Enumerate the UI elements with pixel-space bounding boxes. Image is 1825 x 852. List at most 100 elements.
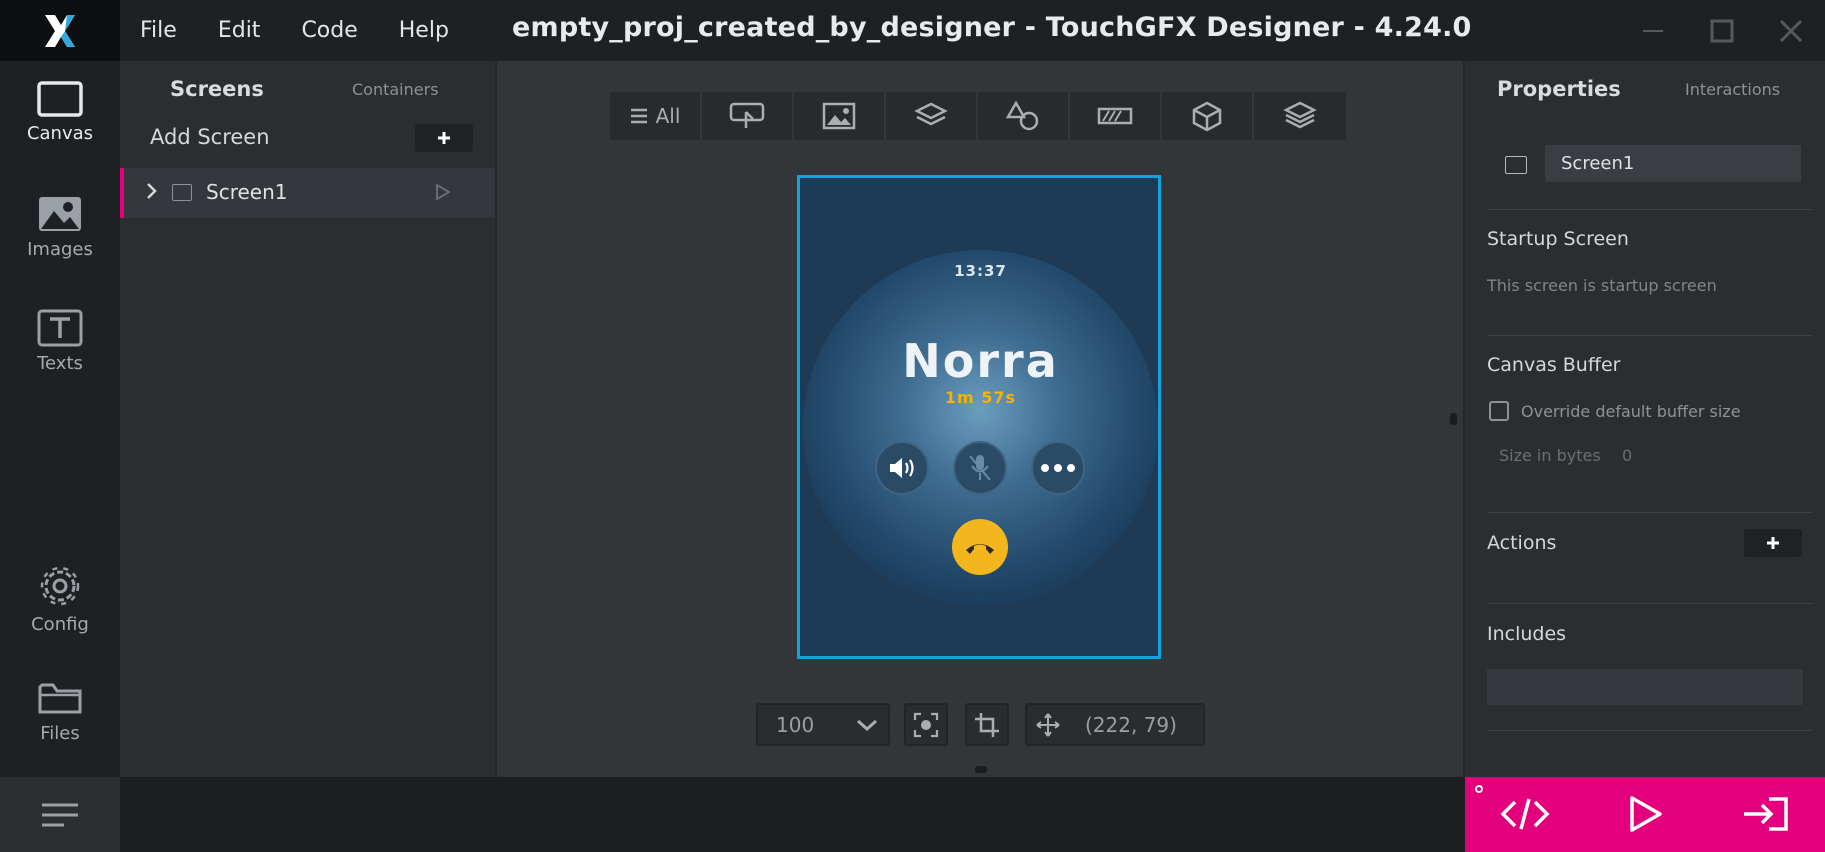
- nav-texts[interactable]: Texts: [0, 309, 120, 374]
- 3d-icon: [1192, 101, 1222, 132]
- divider: [1487, 730, 1812, 731]
- watch-caller-name: Norra: [902, 334, 1059, 388]
- startup-screen-text: This screen is startup screen: [1487, 276, 1717, 295]
- close-button[interactable]: [1756, 0, 1825, 61]
- move-icon: [1036, 712, 1060, 737]
- includes-title: Includes: [1487, 623, 1567, 645]
- phone-hangup-icon: [966, 544, 994, 554]
- code-icon: [1500, 798, 1550, 830]
- nav-canvas-label: Canvas: [26, 123, 94, 144]
- menu-bar: File Edit Code Help: [124, 0, 474, 61]
- filter-progress-button[interactable]: [1070, 92, 1162, 140]
- window-title: empty_proj_created_by_designer - TouchGF…: [512, 12, 1472, 43]
- nav-images-label: Images: [27, 239, 93, 260]
- maximize-button[interactable]: [1687, 0, 1756, 61]
- menu-lines-icon: [42, 803, 78, 826]
- more-icon: [1041, 464, 1075, 472]
- microphone-muted-icon: [969, 455, 991, 481]
- x-logo-icon: [45, 14, 75, 47]
- actions-title: Actions: [1487, 532, 1557, 554]
- filter-interaction-button[interactable]: [702, 92, 794, 140]
- end-call-button[interactable]: [952, 519, 1008, 575]
- override-buffer-checkbox[interactable]: [1489, 401, 1509, 421]
- plus-icon: [1767, 537, 1779, 549]
- divider: [1487, 209, 1812, 210]
- run-on-target-icon: [1744, 797, 1788, 831]
- coordinates-value: (222, 79): [1085, 712, 1177, 737]
- size-in-bytes-value: 0: [1622, 446, 1633, 465]
- speaker-button[interactable]: [875, 441, 929, 495]
- divider: [1487, 603, 1812, 604]
- includes-field[interactable]: [1487, 669, 1803, 705]
- screen-name-field[interactable]: [1545, 145, 1801, 182]
- filter-shapes-button[interactable]: [978, 92, 1070, 140]
- speaker-icon: [890, 458, 914, 478]
- nav-texts-label: Texts: [37, 353, 83, 374]
- divider: [1487, 335, 1812, 336]
- folder-icon: [38, 683, 82, 714]
- filter-3d-button[interactable]: [1162, 92, 1254, 140]
- add-action-button[interactable]: [1744, 529, 1802, 557]
- log-menu-button[interactable]: [0, 777, 120, 852]
- text-icon: [37, 309, 83, 347]
- menu-help[interactable]: Help: [383, 18, 465, 43]
- zoom-value: 100: [776, 712, 815, 737]
- coordinates-readout: (222, 79): [1025, 703, 1205, 746]
- bottom-bar: [0, 777, 1825, 852]
- run-target-button[interactable]: [1735, 789, 1795, 839]
- canvas-buffer-title: Canvas Buffer: [1487, 354, 1621, 376]
- filter-layers-button[interactable]: [1254, 92, 1346, 140]
- add-screen-label: Add Screen: [150, 125, 270, 149]
- watch-call-duration: 1m 57s: [944, 388, 1017, 407]
- horizontal-scroll-handle[interactable]: [975, 766, 987, 773]
- tab-containers[interactable]: Containers: [352, 80, 439, 99]
- run-simulator-button[interactable]: [1615, 789, 1675, 839]
- tab-screens[interactable]: Screens: [170, 77, 264, 101]
- chevron-right-icon[interactable]: [146, 182, 158, 200]
- window-controls: [1618, 0, 1825, 61]
- fit-to-screen-button[interactable]: [904, 703, 948, 746]
- nav-canvas[interactable]: Canvas: [0, 81, 120, 144]
- touchgfx-logo: [0, 0, 120, 61]
- more-options-button[interactable]: [1031, 441, 1085, 495]
- menu-code[interactable]: Code: [285, 18, 373, 43]
- zoom-select[interactable]: 100: [756, 703, 890, 746]
- screen-name: Screen1: [206, 180, 288, 204]
- nav-config[interactable]: Config: [0, 564, 120, 635]
- status-dot-icon: [1475, 785, 1483, 793]
- nav-images[interactable]: Images: [0, 195, 120, 260]
- watch-time: 13:37: [954, 262, 1007, 280]
- tab-interactions[interactable]: Interactions: [1685, 80, 1780, 99]
- minimize-button[interactable]: [1618, 0, 1687, 61]
- image-icon: [822, 102, 856, 130]
- run-action-bar: [1465, 777, 1825, 852]
- tab-properties[interactable]: Properties: [1497, 77, 1621, 101]
- screen-list-item[interactable]: Screen1: [120, 168, 495, 218]
- vertical-scroll-handle[interactable]: [1450, 413, 1457, 425]
- crop-button[interactable]: [965, 703, 1009, 746]
- widget-toolbar: All: [610, 92, 1346, 140]
- mute-button[interactable]: [953, 441, 1007, 495]
- maximize-icon: [1710, 19, 1733, 42]
- nav-files-label: Files: [40, 723, 80, 744]
- screen-icon: [1505, 156, 1527, 174]
- nav-files[interactable]: Files: [0, 679, 120, 744]
- play-icon[interactable]: [435, 183, 451, 201]
- shapes-icon: [1005, 100, 1039, 131]
- menu-edit[interactable]: Edit: [202, 18, 277, 43]
- image-icon: [39, 197, 81, 231]
- screen-icon: [172, 184, 192, 201]
- title-bar: File Edit Code Help empty_proj_created_b…: [0, 0, 1825, 61]
- close-icon: [1779, 19, 1802, 42]
- generate-code-button[interactable]: [1495, 789, 1555, 839]
- filter-containers-button[interactable]: [886, 92, 978, 140]
- add-screen-button[interactable]: [415, 124, 473, 152]
- override-buffer-label: Override default buffer size: [1521, 402, 1741, 421]
- menu-file[interactable]: File: [124, 18, 193, 43]
- screen-canvas-preview[interactable]: 13:37 Norra 1m 57s: [797, 175, 1161, 659]
- screens-panel-tabs: Screens Containers: [120, 61, 495, 117]
- filter-all-button[interactable]: All: [610, 92, 702, 140]
- gear-icon: [40, 566, 80, 606]
- filter-images-button[interactable]: [794, 92, 886, 140]
- left-navigation: Canvas Images Texts Config Files: [0, 61, 120, 777]
